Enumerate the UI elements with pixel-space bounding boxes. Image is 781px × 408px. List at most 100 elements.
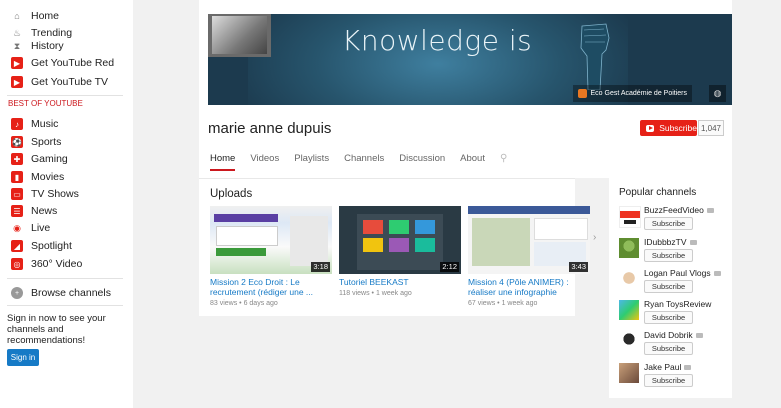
video-card[interactable]: 3:43 Mission 4 (Pôle ANIMER) : réaliser … xyxy=(468,206,590,307)
channel-avatar[interactable] xyxy=(619,238,639,258)
sidebar-divider xyxy=(7,95,123,96)
sidebar-item-label: Live xyxy=(31,222,51,234)
browse-channels-link[interactable]: + Browse channels xyxy=(0,285,111,301)
movies-icon: ▮ xyxy=(11,171,23,183)
channel-avatar[interactable] xyxy=(619,331,639,351)
thumbnail-detail xyxy=(468,206,590,214)
subscribe-button[interactable]: Subscribe xyxy=(644,249,693,262)
channel-name-link[interactable]: IDubbbzTV xyxy=(644,237,697,247)
channel-avatar[interactable] xyxy=(619,300,639,320)
sidebar-item-history[interactable]: ⧗ History xyxy=(0,38,64,54)
video-thumbnail[interactable]: 2:12 xyxy=(339,206,461,274)
video-card[interactable]: 2:12 Tutoriel BEEKAST 118 views • 1 week… xyxy=(339,206,461,297)
youtube-play-icon xyxy=(646,124,655,132)
thumbnail-detail xyxy=(216,248,266,256)
tab-discussion[interactable]: Discussion xyxy=(399,153,445,171)
thumbnail-detail xyxy=(415,220,435,234)
website-icon xyxy=(577,89,587,98)
sidebar-item-label: TV Shows xyxy=(31,188,79,200)
popular-channel-item[interactable]: Ryan ToysReview Subscribe xyxy=(619,299,731,327)
sidebar-item-label: Spotlight xyxy=(31,240,72,252)
video-card[interactable]: 3:18 Mission 2 Eco Droit : Le recrutemen… xyxy=(210,206,332,307)
sidebar-section-title: BEST OF YOUTUBE xyxy=(8,99,83,108)
popular-channel-item[interactable]: David Dobrik Subscribe xyxy=(619,330,731,358)
subscribe-button[interactable]: Subscribe xyxy=(644,311,693,324)
banner-link[interactable]: Eco Gest Académie de Poitiers xyxy=(572,85,692,102)
sidebar-item-youtube-red[interactable]: ▶ Get YouTube Red xyxy=(0,55,114,71)
chevron-right-icon[interactable]: › xyxy=(593,232,596,243)
verified-icon xyxy=(684,365,692,371)
channel-avatar[interactable] xyxy=(619,269,639,289)
signin-button[interactable]: Sign in xyxy=(7,349,39,366)
sidebar-item-label: Movies xyxy=(31,171,65,183)
video-thumbnail[interactable]: 3:43 xyxy=(468,206,590,274)
sidebar-item-label: News xyxy=(31,205,58,217)
thumbnail-detail xyxy=(389,220,409,234)
channel-banner: Knowledge is Eco Gest Académie de Poitie… xyxy=(208,14,732,105)
sidebar-item-movies[interactable]: ▮ Movies xyxy=(0,169,64,185)
uploads-section: Uploads 3:18 Mission 2 Eco Droit : Le re… xyxy=(199,178,590,316)
sidebar-item-tv-shows[interactable]: ▭ TV Shows xyxy=(0,186,79,202)
sidebar-item-label: 360° Video xyxy=(31,258,83,270)
sidebar-item-live[interactable]: ◉ Live xyxy=(0,220,50,236)
sidebar-item-sports[interactable]: ⚽ Sports xyxy=(0,134,61,150)
channel-name-link[interactable]: Logan Paul Vlogs xyxy=(644,268,721,278)
popular-channels-title: Popular channels xyxy=(619,187,697,198)
sidebar-item-spotlight[interactable]: ◢ Spotlight xyxy=(0,238,72,254)
tab-about[interactable]: About xyxy=(460,153,485,171)
sidebar-divider xyxy=(7,305,123,306)
video-title[interactable]: Tutoriel BEEKAST xyxy=(339,277,461,287)
channel-name-text: Jake Paul xyxy=(644,362,682,372)
sidebar-item-news[interactable]: ☰ News xyxy=(0,203,57,219)
thumbnail-detail xyxy=(363,238,383,252)
popular-channel-item[interactable]: IDubbbzTV Subscribe xyxy=(619,237,731,265)
uploads-title[interactable]: Uploads xyxy=(210,188,252,200)
video-title[interactable]: Mission 2 Eco Droit : Le recrutement (ré… xyxy=(210,277,332,297)
tab-channels[interactable]: Channels xyxy=(344,153,384,171)
sidebar-item-home[interactable]: ⌂ Home xyxy=(0,8,59,24)
video-duration: 2:12 xyxy=(440,262,459,272)
signin-prompt: Sign in now to see your channels and rec… xyxy=(7,313,106,346)
popular-channel-item[interactable]: BuzzFeedVideo Subscribe xyxy=(619,205,731,233)
raised-fist-icon xyxy=(580,23,610,90)
360-video-icon: ◎ xyxy=(11,258,23,270)
search-icon[interactable]: ⚲ xyxy=(500,153,507,171)
subscribe-button[interactable]: Subscribe xyxy=(640,120,697,136)
sidebar-item-label: Get YouTube TV xyxy=(31,76,109,88)
video-thumbnail[interactable]: 3:18 xyxy=(210,206,332,274)
thumbnail-detail xyxy=(472,218,530,266)
tab-playlists[interactable]: Playlists xyxy=(294,153,329,171)
channel-avatar[interactable] xyxy=(619,206,641,228)
channel-name-link[interactable]: Jake Paul xyxy=(644,362,692,372)
subscribe-button[interactable]: Subscribe xyxy=(644,342,693,355)
popular-channel-item[interactable]: Logan Paul Vlogs Subscribe xyxy=(619,268,731,296)
sidebar-item-gaming[interactable]: ✚ Gaming xyxy=(0,151,68,167)
sidebar-item-360-video[interactable]: ◎ 360° Video xyxy=(0,256,82,272)
video-meta: 118 views • 1 week ago xyxy=(339,290,412,297)
browse-channels-label: Browse channels xyxy=(31,287,111,299)
subscribe-button[interactable]: Subscribe xyxy=(644,374,693,387)
tab-home[interactable]: Home xyxy=(210,153,236,171)
video-title[interactable]: Mission 4 (Pôle ANIMER) : réaliser une i… xyxy=(468,277,590,297)
hourglass-icon: ⧗ xyxy=(13,40,21,51)
verified-icon xyxy=(706,208,714,214)
channel-name-link[interactable]: BuzzFeedVideo xyxy=(644,205,714,215)
home-icon: ⌂ xyxy=(14,11,20,21)
video-meta: 83 views • 6 days ago xyxy=(210,300,278,307)
sports-icon: ⚽ xyxy=(11,136,23,148)
thumbnail-detail xyxy=(389,238,409,252)
subscribe-button[interactable]: Subscribe xyxy=(644,280,693,293)
verified-icon xyxy=(713,271,721,277)
tab-videos[interactable]: Videos xyxy=(250,153,279,171)
channel-name-text: Logan Paul Vlogs xyxy=(644,268,711,278)
channel-name-link[interactable]: Ryan ToysReview xyxy=(644,299,711,309)
channel-avatar[interactable] xyxy=(619,363,639,383)
video-duration: 3:18 xyxy=(311,262,330,272)
subscribe-button[interactable]: Subscribe xyxy=(644,217,693,230)
sidebar-item-music[interactable]: ♪ Music xyxy=(0,116,58,132)
sidebar-item-youtube-tv[interactable]: ▶ Get YouTube TV xyxy=(0,74,108,90)
google-plus-icon[interactable]: ◍ xyxy=(709,85,726,102)
sidebar-item-label: Sports xyxy=(31,136,62,148)
channel-name-link[interactable]: David Dobrik xyxy=(644,330,703,340)
popular-channel-item[interactable]: Jake Paul Subscribe xyxy=(619,362,731,390)
